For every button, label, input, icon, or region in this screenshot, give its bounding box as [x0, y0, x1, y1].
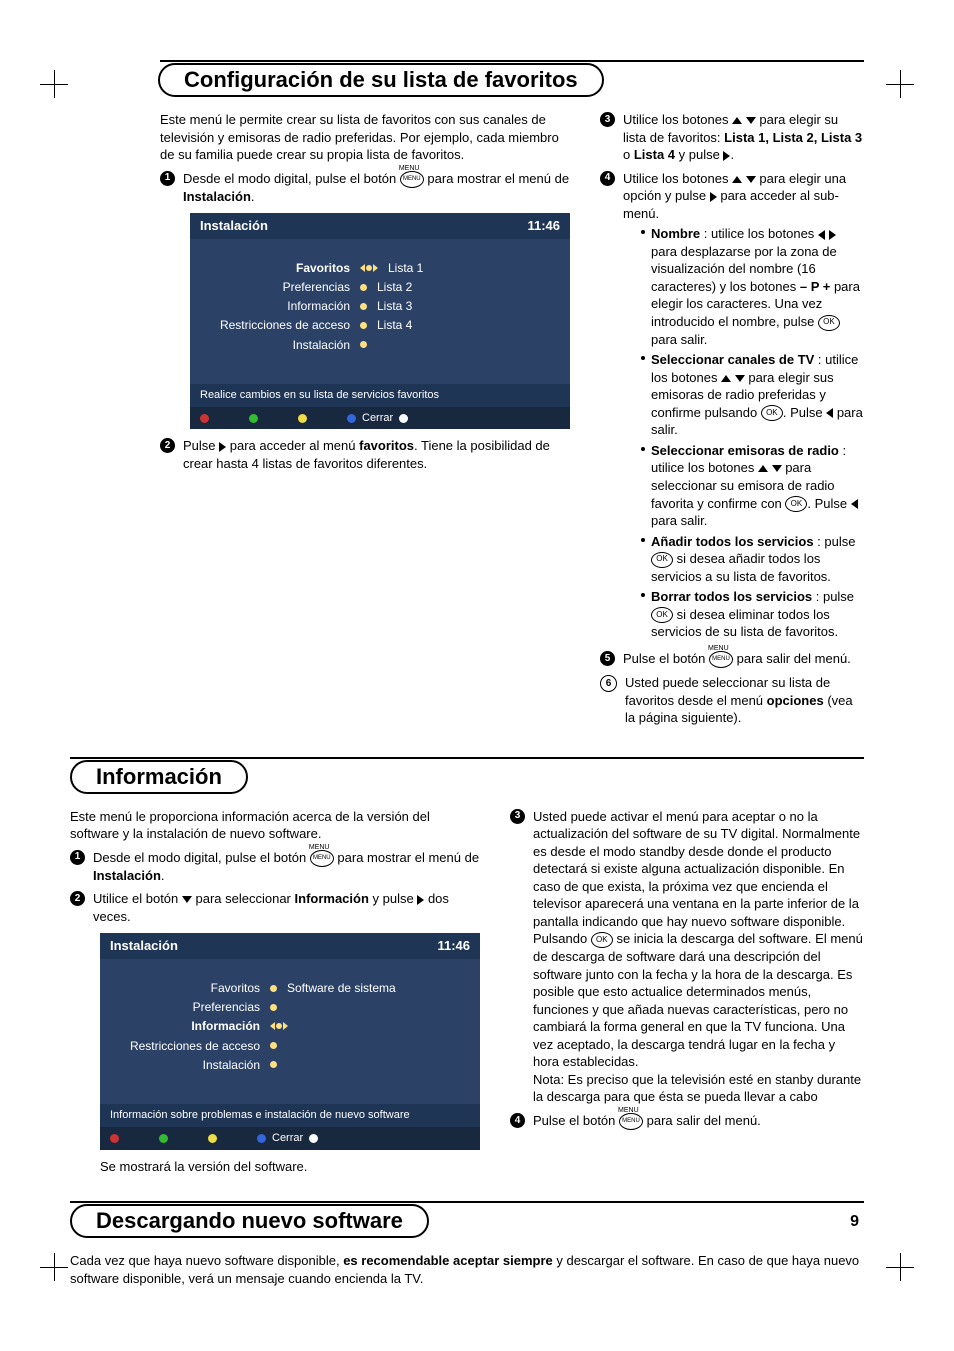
- step-6-icon: 6: [600, 675, 617, 692]
- info-step4: Pulse el botón MENU para salir del menú.: [533, 1112, 761, 1130]
- favoritos-step1: Desde el modo digital, pulse el botón ME…: [183, 170, 570, 206]
- info-step-4-icon: 4: [510, 1113, 525, 1128]
- up-arrow-icon: [732, 117, 742, 124]
- section-title-descarga: Descargando nuevo software: [70, 1204, 429, 1238]
- crop-mark: [40, 1253, 68, 1281]
- crop-mark: [886, 70, 914, 98]
- step-4-icon: 4: [600, 171, 615, 186]
- info-step1: Desde el modo digital, pulse el botón ME…: [93, 849, 480, 885]
- page-number: 9: [850, 1213, 859, 1231]
- info-step3: Usted puede activar el menú para aceptar…: [533, 808, 864, 1106]
- crop-mark: [886, 1253, 914, 1281]
- info-step-3-icon: 3: [510, 809, 525, 824]
- step-1-icon: 1: [160, 171, 175, 186]
- crop-mark: [40, 70, 68, 98]
- ui-screenshot-favoritos: Instalación11:46 FavoritosLista 1 Prefer…: [190, 213, 570, 429]
- favoritos-step5: Pulse el botón MENU para salir del menú.: [623, 650, 851, 668]
- step-2-icon: 2: [160, 438, 175, 453]
- info-step-1-icon: 1: [70, 850, 85, 865]
- favoritos-step6: Usted puede seleccionar su lista de favo…: [625, 674, 864, 727]
- ok-button-icon: OK: [818, 315, 840, 331]
- descarga-body: Cada vez que haya nuevo software disponi…: [70, 1252, 864, 1287]
- ui-screenshot-informacion: Instalación11:46 FavoritosSoftware de si…: [100, 933, 480, 1149]
- menu-button-icon: MENU: [400, 171, 424, 188]
- section-title-favoritos: Configuración de su lista de favoritos: [158, 63, 604, 97]
- favoritos-step4: Utilice los botones para elegir una opci…: [623, 170, 864, 644]
- favoritos-step2: Pulse para acceder al menú favoritos. Ti…: [183, 437, 570, 472]
- info-step2: Utilice el botón para seleccionar Inform…: [93, 890, 480, 925]
- down-arrow-icon: [746, 117, 756, 124]
- info-intro: Este menú le proporciona información ace…: [70, 808, 480, 843]
- section-title-informacion: Información: [70, 760, 248, 794]
- favoritos-step3: Utilice los botones para elegir su lista…: [623, 111, 864, 164]
- step-3-icon: 3: [600, 112, 615, 127]
- step-5-icon: 5: [600, 651, 615, 666]
- info-step-2-icon: 2: [70, 891, 85, 906]
- info-caption: Se mostrará la versión del software.: [100, 1158, 480, 1176]
- favoritos-intro: Este menú le permite crear su lista de f…: [160, 111, 570, 164]
